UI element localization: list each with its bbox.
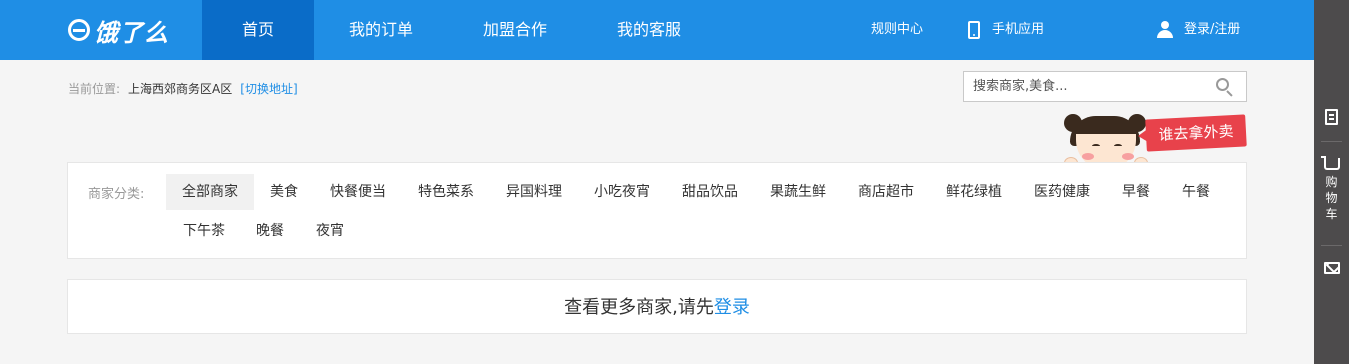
nav-franchise[interactable]: 加盟合作 xyxy=(462,0,568,60)
category-label: 商家分类: xyxy=(88,187,145,202)
mobile-app-label: 手机应用 xyxy=(992,22,1045,37)
category-filter-panel: 商家分类: 全部商家 美食 快餐便当 特色菜系 异国料理 小吃夜宵 甜品饮品 果… xyxy=(67,162,1247,259)
category-item[interactable]: 果蔬生鲜 xyxy=(760,174,836,210)
login-link[interactable]: 登录 xyxy=(714,297,750,318)
nav-customer-service[interactable]: 我的客服 xyxy=(596,0,702,60)
eleme-logo[interactable]: 饿了么 xyxy=(68,14,169,47)
category-item[interactable]: 下午茶 xyxy=(172,213,236,249)
category-item[interactable]: 异国料理 xyxy=(496,174,572,210)
login-register-label: 登录/注册 xyxy=(1184,22,1241,37)
login-prompt-panel: 查看更多商家,请先登录 xyxy=(67,279,1247,334)
login-prompt-text: 查看更多商家,请先 xyxy=(564,297,714,318)
category-item[interactable]: 早餐 xyxy=(1112,174,1160,210)
phone-icon xyxy=(968,21,980,39)
category-item[interactable]: 美食 xyxy=(258,174,310,210)
category-item[interactable]: 夜宵 xyxy=(308,213,352,249)
sidebar-cart-label: 购物车 xyxy=(1325,175,1338,221)
nav-home[interactable]: 首页 xyxy=(202,0,314,60)
user-icon xyxy=(1156,21,1174,39)
mail-icon xyxy=(1323,262,1340,274)
category-item[interactable]: 晚餐 xyxy=(248,213,292,249)
logo-e-icon xyxy=(68,19,90,41)
location-bar: 当前位置: 上海西郊商务区A区 [切换地址] xyxy=(68,80,298,97)
rules-center-label: 规则中心 xyxy=(871,22,924,37)
switch-address-link[interactable]: [切换地址] xyxy=(240,80,297,97)
category-item[interactable]: 快餐便当 xyxy=(320,174,396,210)
category-item[interactable]: 鲜花绿植 xyxy=(936,174,1012,210)
search-input[interactable] xyxy=(964,72,1204,101)
sidebar-divider xyxy=(1321,141,1342,142)
promo-banner[interactable]: 谁去拿外卖 xyxy=(1145,114,1247,152)
category-item[interactable]: 商店超市 xyxy=(848,174,924,210)
category-item[interactable]: 午餐 xyxy=(1172,174,1220,210)
right-sidebar: 购物车 xyxy=(1314,0,1349,364)
rules-center-link[interactable]: 规则中心 xyxy=(871,0,923,60)
document-icon xyxy=(1325,109,1338,125)
sidebar-orders-button[interactable] xyxy=(1314,109,1349,125)
category-item[interactable]: 医药健康 xyxy=(1024,174,1100,210)
nav-my-orders[interactable]: 我的订单 xyxy=(328,0,434,60)
login-register-link[interactable]: 登录/注册 xyxy=(1156,0,1240,60)
sidebar-cart-button[interactable]: 购物车 xyxy=(1314,156,1349,222)
mobile-app-link[interactable]: 手机应用 xyxy=(968,0,1044,60)
category-item[interactable]: 甜品饮品 xyxy=(672,174,748,210)
sidebar-message-button[interactable] xyxy=(1314,262,1349,274)
logo-text: 饿了么 xyxy=(94,18,169,47)
sidebar-divider xyxy=(1321,245,1342,246)
mascot-illustration xyxy=(1060,112,1150,170)
search-box xyxy=(963,71,1247,102)
search-icon[interactable] xyxy=(1216,78,1234,97)
current-address: 上海西郊商务区A区 xyxy=(128,82,233,96)
location-prefix: 当前位置: xyxy=(68,82,121,96)
category-item[interactable]: 特色菜系 xyxy=(408,174,484,210)
category-item[interactable]: 小吃夜宵 xyxy=(584,174,660,210)
top-navbar: 饿了么 首页 我的订单 加盟合作 我的客服 规则中心 手机应用 登录/注册 xyxy=(0,0,1314,60)
category-item-all[interactable]: 全部商家 xyxy=(166,174,254,210)
cart-icon xyxy=(1320,156,1340,170)
